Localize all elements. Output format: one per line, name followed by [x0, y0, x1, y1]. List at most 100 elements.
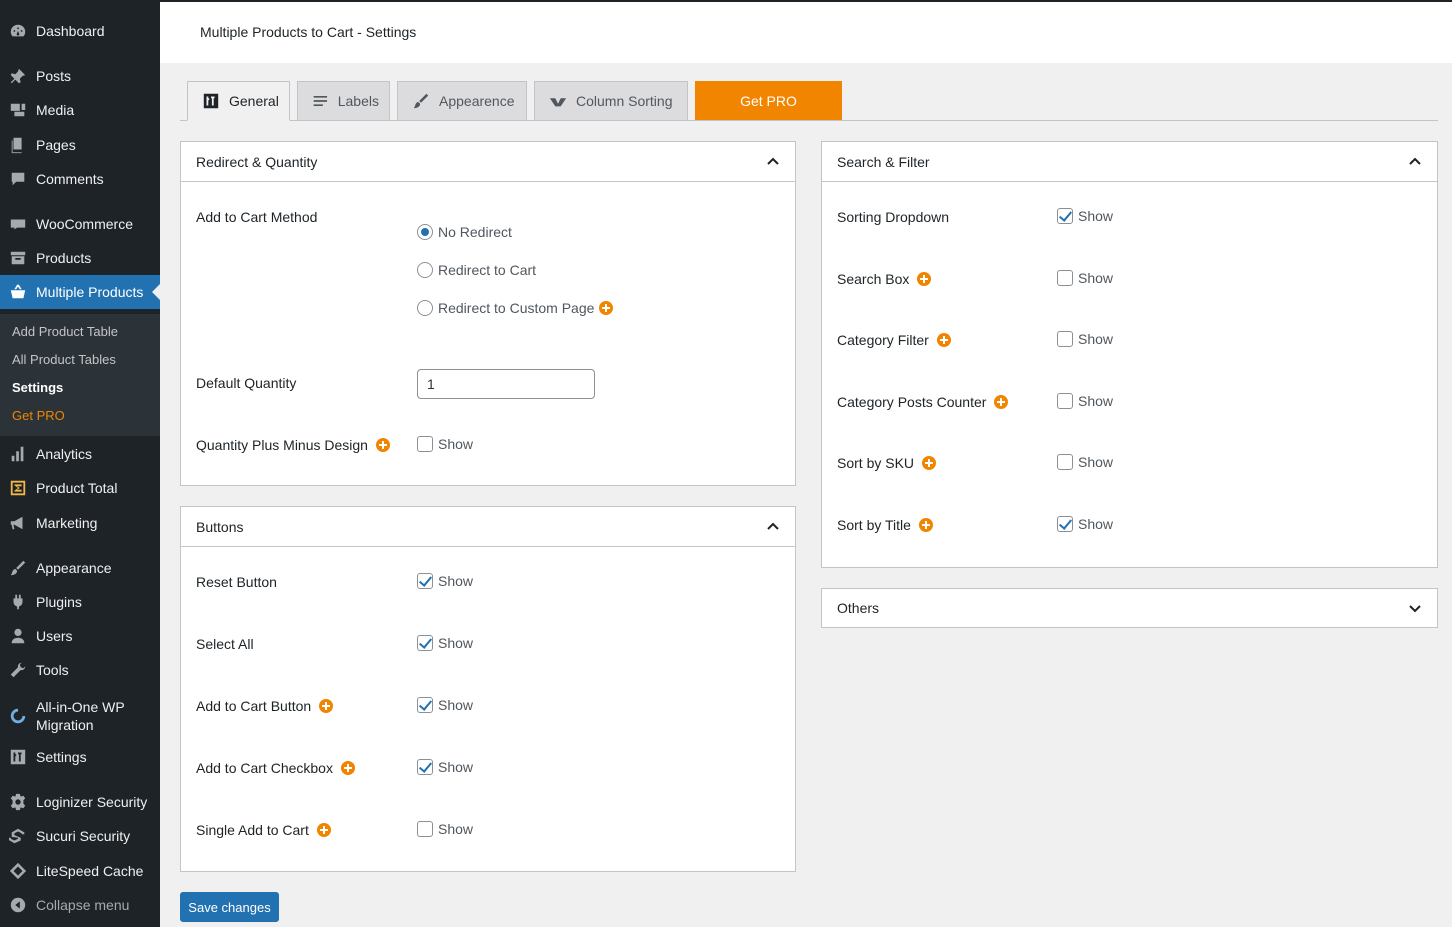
checkbox[interactable]: [417, 821, 433, 837]
setting-show-checkbox[interactable]: Show: [1057, 392, 1113, 409]
pro-plus-icon[interactable]: [918, 518, 933, 532]
sidebar-item-dashboard[interactable]: Dashboard: [0, 14, 160, 48]
sidebar-item-woocommerce[interactable]: WooCommerce: [0, 207, 160, 241]
qty-plus-minus-checkbox[interactable]: Show: [417, 436, 473, 452]
checkbox[interactable]: [417, 759, 433, 775]
setting-show-checkbox[interactable]: Show: [1057, 269, 1113, 286]
sidebar-item-plugins[interactable]: Plugins: [0, 585, 160, 619]
setting-show-checkbox[interactable]: Show: [1057, 208, 1113, 224]
submenu-add-product-table[interactable]: Add Product Table: [12, 324, 118, 339]
sidebar-item-posts[interactable]: Posts: [0, 59, 160, 93]
pro-plus-icon[interactable]: [340, 761, 355, 775]
collapse-menu-button[interactable]: Collapse menu: [0, 888, 160, 922]
sidebar-item-media[interactable]: Media: [0, 93, 160, 127]
tab-column-sorting[interactable]: Column Sorting: [534, 81, 688, 121]
checkbox[interactable]: [417, 573, 433, 589]
setting-show-checkbox[interactable]: Show: [1057, 516, 1113, 532]
sidebar-item-litespeed[interactable]: LiteSpeed Cache: [0, 854, 160, 888]
collapse-menu-label: Collapse menu: [36, 897, 130, 913]
sidebar-submenu: Add Product Table All Product Tables Set…: [0, 314, 160, 436]
radio-redirect-to-custom-page[interactable]: Redirect to Custom Page: [417, 300, 614, 316]
tab-label: Column Sorting: [576, 93, 673, 109]
setting-row-label: Sort by SKU: [837, 455, 937, 471]
tab-label: General: [229, 93, 279, 109]
pro-plus-icon[interactable]: [936, 333, 951, 348]
sidebar-item-comments[interactable]: Comments: [0, 162, 160, 196]
setting-show-checkbox[interactable]: Show: [1057, 331, 1113, 348]
checkbox[interactable]: [1057, 269, 1073, 286]
panel-title: Buttons: [196, 518, 244, 535]
sidebar-item-migration[interactable]: All-in-One WP Migration: [0, 696, 160, 736]
pro-plus-icon[interactable]: [375, 438, 390, 452]
sidebar-item-label: Plugins: [36, 594, 82, 610]
radio-button[interactable]: [417, 224, 433, 240]
checkbox[interactable]: [1057, 454, 1073, 471]
sidebar-item-label: Marketing: [36, 515, 98, 531]
radio-button[interactable]: [417, 300, 433, 316]
pages-icon: [0, 136, 36, 154]
setting-show-checkbox[interactable]: Show: [417, 821, 473, 837]
sidebar-item-multiple-products[interactable]: Multiple Products: [0, 275, 160, 309]
sidebar-item-label: WooCommerce: [36, 216, 133, 232]
setting-label-text: Reset Button: [196, 574, 277, 590]
submenu-get-pro[interactable]: Get PRO: [12, 408, 65, 423]
sidebar-item-settings[interactable]: Settings: [0, 740, 160, 774]
sidebar-item-pages[interactable]: Pages: [0, 128, 160, 162]
setting-show-checkbox[interactable]: Show: [417, 697, 473, 713]
panel-header[interactable]: Redirect & Quantity: [181, 142, 795, 182]
pro-plus-icon[interactable]: [599, 301, 614, 315]
sidebar-item-sucuri[interactable]: Sucuri Security: [0, 819, 160, 853]
setting-show-checkbox[interactable]: Show: [1057, 454, 1113, 471]
checkbox[interactable]: [1057, 208, 1073, 224]
sidebar-item-product-total[interactable]: Product Total: [0, 471, 160, 505]
checkbox[interactable]: [1057, 516, 1073, 532]
pro-plus-icon[interactable]: [994, 394, 1009, 409]
setting-show-checkbox[interactable]: Show: [417, 573, 473, 589]
checkbox[interactable]: [417, 697, 433, 713]
submenu-settings[interactable]: Settings: [12, 380, 63, 395]
dashboard-icon: [0, 22, 36, 40]
sidebar-item-users[interactable]: Users: [0, 619, 160, 653]
panel-title: Redirect & Quantity: [196, 153, 318, 170]
pro-plus-icon[interactable]: [922, 456, 937, 471]
setting-row-label: Single Add to Cart: [196, 822, 331, 838]
submenu-all-product-tables[interactable]: All Product Tables: [12, 352, 116, 367]
radio-redirect-to-cart[interactable]: Redirect to Cart: [417, 262, 536, 278]
sidebar-item-label: Tools: [36, 662, 69, 678]
chevron-up-icon[interactable]: [1407, 154, 1423, 170]
sidebar-item-loginizer[interactable]: Loginizer Security: [0, 785, 160, 819]
save-changes-button[interactable]: Save changes: [180, 892, 279, 922]
pro-plus-icon[interactable]: [319, 699, 334, 713]
sidebar-item-label: Dashboard: [36, 23, 105, 39]
checkbox[interactable]: [1057, 331, 1073, 348]
checkbox[interactable]: [417, 436, 433, 452]
chevron-up-icon[interactable]: [765, 519, 781, 535]
sidebar-item-label: Appearance: [36, 560, 112, 576]
chevron-down-icon[interactable]: [1407, 600, 1423, 616]
sidebar-item-products[interactable]: Products: [0, 241, 160, 275]
pro-plus-icon[interactable]: [316, 823, 331, 837]
sidebar-item-analytics[interactable]: Analytics: [0, 437, 160, 471]
tab-get-pro[interactable]: Get PRO: [695, 81, 842, 121]
panel-header[interactable]: Search & Filter: [822, 142, 1437, 182]
sidebar-item-label: Multiple Products: [36, 284, 144, 300]
pro-plus-icon[interactable]: [917, 271, 932, 286]
tab-appearence[interactable]: Appearence: [397, 81, 527, 121]
panel-header[interactable]: Buttons: [181, 507, 795, 547]
tab-general[interactable]: General: [187, 81, 290, 121]
sidebar-item-appearance[interactable]: Appearance: [0, 551, 160, 585]
sidebar-item-tools[interactable]: Tools: [0, 653, 160, 687]
checkbox[interactable]: [417, 635, 433, 651]
setting-show-checkbox[interactable]: Show: [417, 635, 473, 651]
tab-labels[interactable]: Labels: [297, 81, 390, 121]
default-quantity-input[interactable]: [417, 369, 595, 399]
panel-header[interactable]: Others: [822, 589, 1437, 627]
radio-button[interactable]: [417, 262, 433, 278]
sidebar-item-label: Sucuri Security: [36, 828, 131, 844]
chevron-up-icon[interactable]: [765, 154, 781, 170]
checkbox[interactable]: [1057, 392, 1073, 409]
woo-icon: [0, 215, 36, 233]
radio-no-redirect[interactable]: No Redirect: [417, 224, 512, 240]
setting-show-checkbox[interactable]: Show: [417, 759, 473, 775]
sidebar-item-marketing[interactable]: Marketing: [0, 506, 160, 540]
